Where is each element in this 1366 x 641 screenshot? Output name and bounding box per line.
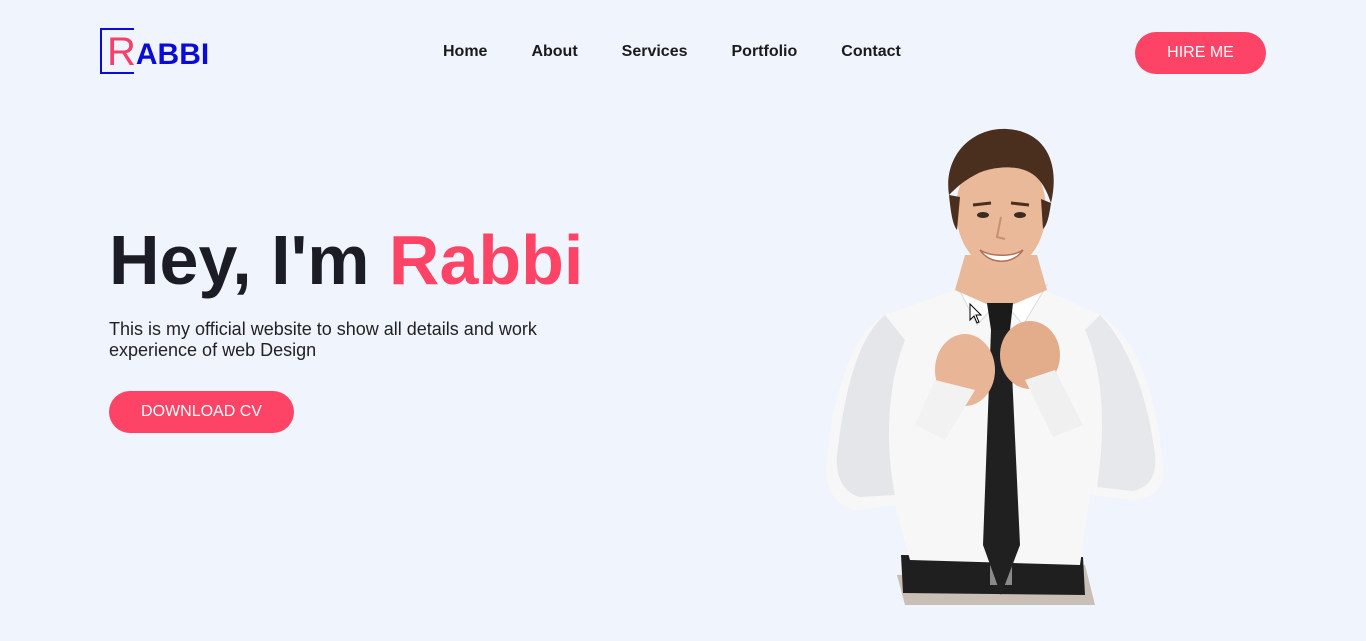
download-cv-button[interactable]: DOWNLOAD CV: [109, 391, 294, 433]
main-nav: Home About Services Portfolio Contact: [443, 43, 945, 61]
nav-contact[interactable]: Contact: [841, 43, 901, 61]
nav-about[interactable]: About: [531, 43, 577, 61]
nav-home[interactable]: Home: [443, 43, 487, 61]
hero-title-prefix: Hey, I'm: [109, 221, 389, 299]
logo-text: ABBI: [135, 38, 210, 71]
nav-services[interactable]: Services: [622, 43, 688, 61]
page: R ABBI Home About Services Portfolio Con…: [0, 0, 1366, 641]
portrait-image: [826, 128, 1164, 605]
logo-initial: R: [107, 30, 136, 74]
mouse-cursor-icon: [969, 303, 983, 324]
hero-title-name: Rabbi: [388, 221, 584, 299]
hero-description: This is my official website to show all …: [109, 319, 537, 360]
hire-me-button[interactable]: HIRE ME: [1135, 32, 1266, 74]
hero-title: Hey, I'm Rabbi: [109, 218, 583, 302]
nav-portfolio[interactable]: Portfolio: [732, 43, 798, 61]
logo[interactable]: R ABBI: [100, 27, 209, 77]
